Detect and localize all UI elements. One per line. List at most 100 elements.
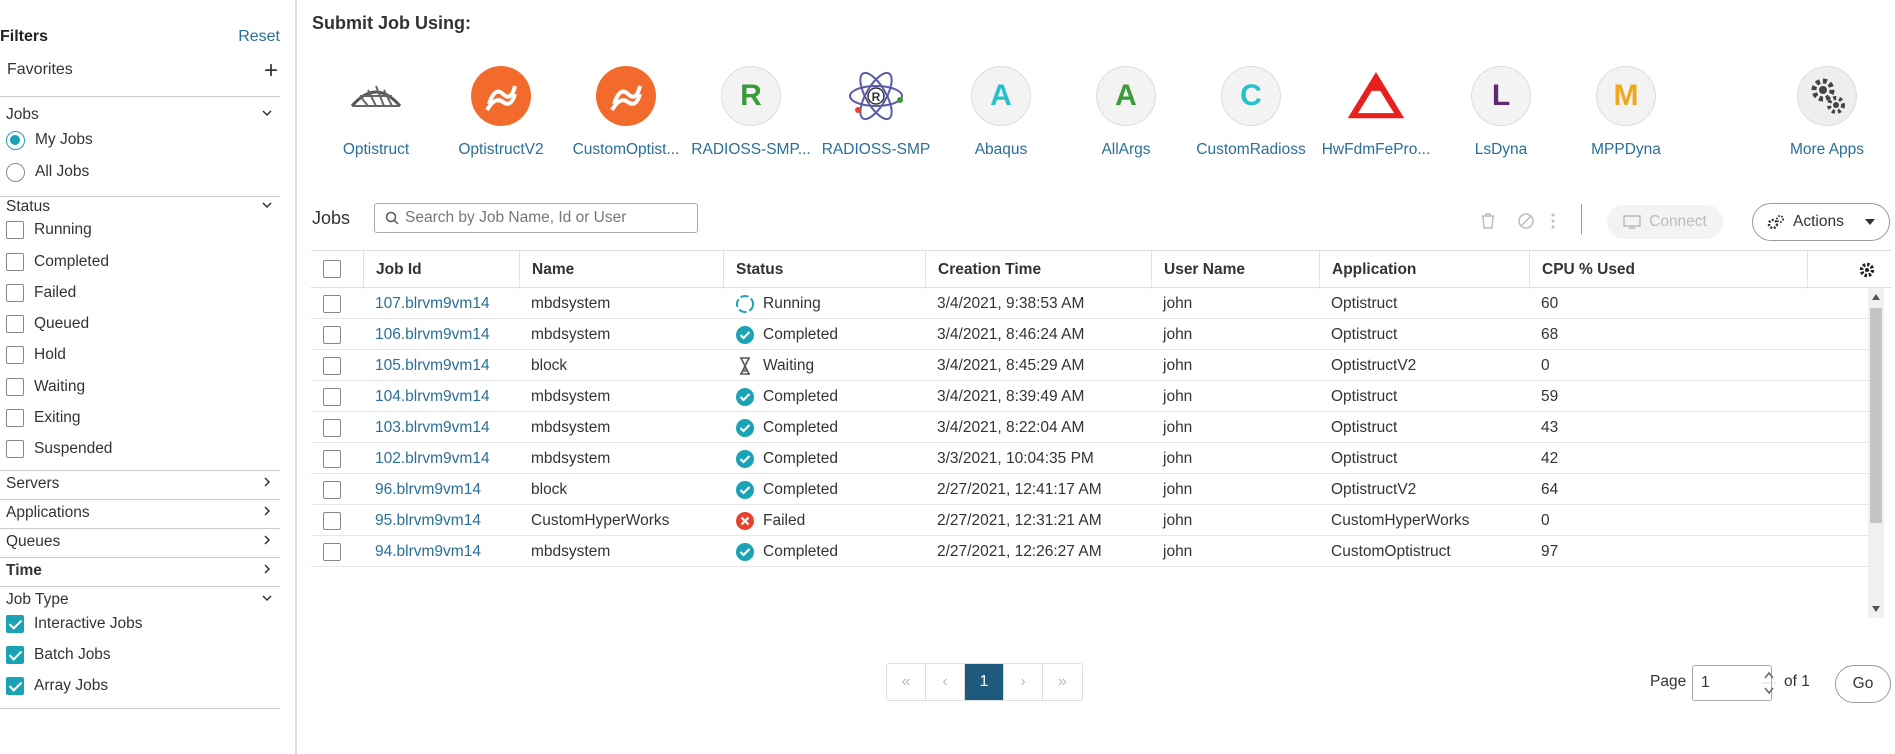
option-waiting[interactable]: Waiting xyxy=(6,375,85,399)
column-cpu-used[interactable]: CPU % Used xyxy=(1529,251,1807,289)
column-job-id[interactable]: Job Id xyxy=(363,251,519,289)
checkbox[interactable] xyxy=(6,253,24,271)
column-application[interactable]: Application xyxy=(1319,251,1529,289)
cell-select[interactable] xyxy=(311,474,363,505)
cell-select[interactable] xyxy=(311,288,363,319)
actions-button[interactable]: Actions xyxy=(1752,203,1890,241)
row-checkbox[interactable] xyxy=(323,295,341,313)
job-type-filter-header[interactable]: Job Type xyxy=(6,591,280,613)
option-running[interactable]: Running xyxy=(6,218,92,242)
column-user-name[interactable]: User Name xyxy=(1151,251,1319,289)
page-1-button[interactable]: 1 xyxy=(965,664,1004,700)
table-row[interactable]: 103.blrvm9vm14 mbdsystem Completed 3/4/2021… xyxy=(311,412,1871,443)
checkbox[interactable] xyxy=(6,346,24,364)
row-checkbox[interactable] xyxy=(323,419,341,437)
option-queued[interactable]: Queued xyxy=(6,312,89,336)
favorites-section[interactable]: Favorites + xyxy=(7,57,280,85)
cell-job-id[interactable]: 96.blrvm9vm14 xyxy=(363,474,481,505)
row-checkbox[interactable] xyxy=(323,450,341,468)
more-apps-button[interactable]: More Apps xyxy=(1765,66,1889,159)
checkbox[interactable] xyxy=(6,677,24,695)
cell-job-id[interactable]: 102.blrvm9vm14 xyxy=(363,443,490,474)
plus-icon[interactable]: + xyxy=(264,57,278,85)
cell-job-id[interactable]: 106.blrvm9vm14 xyxy=(363,319,490,350)
table-scrollbar[interactable] xyxy=(1868,288,1884,618)
option-batch-jobs[interactable]: Batch Jobs xyxy=(6,643,111,667)
table-row[interactable]: 95.blrvm9vm14 CustomHyperWorks Failed 2/27/… xyxy=(311,505,1871,536)
table-row[interactable]: 107.blrvm9vm14 mbdsystem Running 3/4/2021, … xyxy=(311,288,1871,319)
option-failed[interactable]: Failed xyxy=(6,281,76,305)
cell-job-id[interactable]: 95.blrvm9vm14 xyxy=(363,505,481,536)
queues-filter-header[interactable]: Queues xyxy=(6,533,280,555)
option-hold[interactable]: Hold xyxy=(6,343,66,367)
row-checkbox[interactable] xyxy=(323,326,341,344)
table-row[interactable]: 106.blrvm9vm14 mbdsystem Completed 3/4/2021… xyxy=(311,319,1871,350)
search-input[interactable] xyxy=(405,209,685,227)
checkbox[interactable] xyxy=(6,440,24,458)
go-button[interactable]: Go xyxy=(1835,665,1891,703)
app-optistruct-v2[interactable]: OptistructV2 xyxy=(439,66,563,159)
select-all-checkbox[interactable] xyxy=(323,260,341,278)
cell-job-id[interactable]: 94.blrvm9vm14 xyxy=(363,536,481,567)
scroll-up-icon[interactable] xyxy=(1872,294,1880,300)
more-vertical-icon[interactable] xyxy=(1549,212,1557,230)
column-settings[interactable] xyxy=(1807,251,1891,289)
reset-link[interactable]: Reset xyxy=(238,28,280,46)
app-radioss-smp-1[interactable]: R RADIOSS-SMP... xyxy=(689,66,813,159)
checkbox[interactable] xyxy=(6,409,24,427)
next-page-button[interactable]: › xyxy=(1004,664,1043,700)
checkbox[interactable] xyxy=(6,221,24,239)
cancel-icon[interactable] xyxy=(1517,212,1535,230)
cell-job-id[interactable]: 103.blrvm9vm14 xyxy=(363,412,490,443)
app-radioss-smp-2[interactable]: R RADIOSS-SMP xyxy=(814,66,938,159)
row-checkbox[interactable] xyxy=(323,512,341,530)
prev-page-button[interactable]: ‹ xyxy=(926,664,965,700)
search-box[interactable] xyxy=(374,203,698,233)
option-all-jobs[interactable]: All Jobs xyxy=(6,160,89,184)
gear-icon[interactable] xyxy=(1858,261,1876,279)
cell-select[interactable] xyxy=(311,536,363,567)
table-row[interactable]: 96.blrvm9vm14 block Completed 2/27/2021, 12… xyxy=(311,474,1871,505)
table-row[interactable]: 104.blrvm9vm14 mbdsystem Completed 3/4/2021… xyxy=(311,381,1871,412)
cell-select[interactable] xyxy=(311,350,363,381)
option-array-jobs[interactable]: Array Jobs xyxy=(6,674,108,698)
app-hwfdm[interactable]: HwFdmFePro... xyxy=(1314,66,1438,159)
column-status[interactable]: Status xyxy=(723,251,925,289)
header-select-all[interactable] xyxy=(311,251,363,289)
radio-my-jobs[interactable] xyxy=(6,130,25,150)
row-checkbox[interactable] xyxy=(323,543,341,561)
cell-select[interactable] xyxy=(311,381,363,412)
cell-select[interactable] xyxy=(311,319,363,350)
cell-select[interactable] xyxy=(311,505,363,536)
app-custom-radioss[interactable]: C CustomRadioss xyxy=(1189,66,1313,159)
row-checkbox[interactable] xyxy=(323,357,341,375)
row-checkbox[interactable] xyxy=(323,481,341,499)
option-completed[interactable]: Completed xyxy=(6,250,109,274)
cell-job-id[interactable]: 107.blrvm9vm14 xyxy=(363,288,490,319)
checkbox[interactable] xyxy=(6,646,24,664)
page-stepper[interactable] xyxy=(1762,668,1776,698)
trash-icon[interactable] xyxy=(1479,212,1497,230)
status-filter-header[interactable]: Status xyxy=(6,198,280,220)
servers-filter-header[interactable]: Servers xyxy=(6,475,280,497)
option-interactive-jobs[interactable]: Interactive Jobs xyxy=(6,612,143,636)
option-suspended[interactable]: Suspended xyxy=(6,437,112,461)
option-exiting[interactable]: Exiting xyxy=(6,406,81,430)
app-abaqus[interactable]: A Abaqus xyxy=(939,66,1063,159)
checkbox[interactable] xyxy=(6,284,24,302)
jobs-filter-header[interactable]: Jobs xyxy=(6,106,280,128)
column-creation-time[interactable]: Creation Time xyxy=(925,251,1151,289)
checkbox[interactable] xyxy=(6,378,24,396)
app-optistruct[interactable]: Optistruct xyxy=(314,66,438,159)
time-filter-header[interactable]: Time xyxy=(6,562,280,584)
connect-button[interactable]: Connect xyxy=(1607,205,1723,239)
scrollbar-thumb[interactable] xyxy=(1870,308,1882,523)
app-mppdyna[interactable]: M MPPDyna xyxy=(1564,66,1688,159)
app-lsdyna[interactable]: L LsDyna xyxy=(1439,66,1563,159)
applications-filter-header[interactable]: Applications xyxy=(6,504,280,526)
page-number-input[interactable] xyxy=(1692,665,1772,701)
app-allargs[interactable]: A AllArgs xyxy=(1064,66,1188,159)
cell-select[interactable] xyxy=(311,412,363,443)
app-custom-optistruct[interactable]: CustomOptist... xyxy=(564,66,688,159)
column-name[interactable]: Name xyxy=(519,251,723,289)
